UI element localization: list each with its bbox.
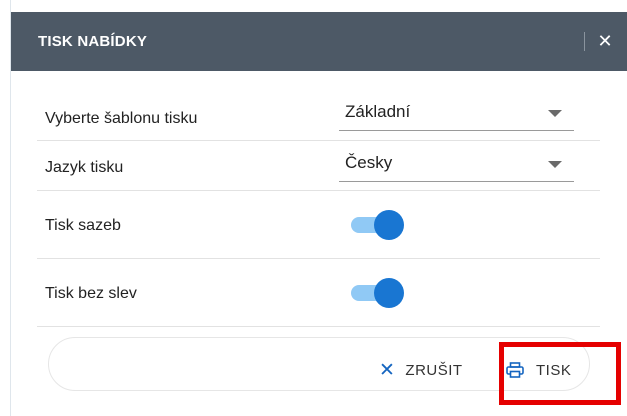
highlight-box: [499, 342, 621, 405]
language-row: Jazyk tisku Česky: [37, 140, 600, 190]
print-no-discounts-toggle[interactable]: [348, 275, 404, 309]
template-select-value: Základní: [345, 102, 411, 121]
close-button[interactable]: ✕: [594, 29, 616, 53]
chevron-down-icon: [548, 110, 562, 117]
row-divider: [37, 326, 600, 327]
toggle-knob: [374, 210, 404, 240]
header-separator: [584, 32, 585, 51]
language-select[interactable]: Česky: [339, 149, 574, 182]
print-rates-label: Tisk sazeb: [45, 217, 121, 234]
toggle-knob: [374, 278, 404, 308]
template-row: Vyberte šablonu tisku Základní: [37, 80, 600, 138]
language-select-value: Česky: [345, 153, 393, 172]
close-icon: ✕: [597, 30, 613, 51]
cancel-button[interactable]: ✕ ZRUŠIT: [379, 350, 463, 390]
print-no-discounts-label: Tisk bez slev: [45, 285, 137, 302]
print-rates-toggle[interactable]: [348, 207, 404, 241]
language-label: Jazyk tisku: [45, 159, 124, 176]
template-select[interactable]: Základní: [339, 98, 574, 131]
print-no-discounts-row: Tisk bez slev: [37, 258, 600, 326]
dialog-title: TISK NABÍDKY: [38, 33, 148, 50]
print-rates-row: Tisk sazeb: [37, 190, 600, 258]
dialog-header: TISK NABÍDKY ✕: [11, 12, 627, 71]
template-label: Vyberte šablonu tisku: [45, 110, 198, 127]
close-icon: ✕: [379, 359, 396, 381]
chevron-down-icon: [548, 161, 562, 168]
cancel-label: ZRUŠIT: [405, 361, 463, 379]
